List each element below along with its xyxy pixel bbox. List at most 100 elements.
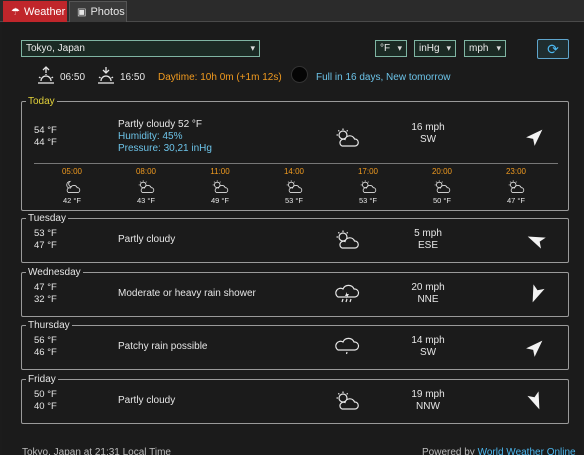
- refresh-icon: ⟳: [547, 40, 559, 57]
- partly-cloudy-icon: [336, 230, 359, 249]
- provider-link[interactable]: World Weather Online: [478, 447, 576, 455]
- hourly-item: 20:00 50 °F: [420, 167, 464, 205]
- chevron-down-icon: ▾: [397, 43, 402, 53]
- moon-phase: Full in 16 days, New tomorrow: [316, 72, 451, 83]
- day-wind: 5 mph ESE: [398, 228, 458, 252]
- tab-photos[interactable]: ▣ Photos: [69, 1, 127, 22]
- rain-cloud-icon: [335, 284, 360, 303]
- sunrise-icon: [38, 66, 54, 84]
- speed-unit-select[interactable]: mph ▾: [464, 40, 506, 57]
- day-wind: 14 mph SW: [398, 335, 458, 359]
- day-wind-dir: NNE: [417, 294, 439, 305]
- day-wind-speed: 19 mph: [411, 389, 445, 400]
- hour-temp: 49 °F: [210, 196, 229, 205]
- hourly-item: 17:00 53 °F: [346, 167, 390, 205]
- today-low: 44 °F: [34, 137, 57, 148]
- drizzle-cloud-icon: [335, 337, 360, 355]
- day-card-friday: Friday 50 °F 40 °F Partly cloudy 19 mph NNW: [21, 374, 569, 424]
- day-condition: Patchy rain possible: [118, 341, 208, 352]
- partly-cloudy-icon: [212, 180, 229, 193]
- day-card-thursday: Thursday 56 °F 46 °F Patchy rain possible 14…: [21, 320, 569, 370]
- temp-unit-value: °F: [380, 43, 391, 54]
- tab-bar: ☂ Weather ▣ Photos: [0, 0, 584, 22]
- sunrise: 06:50: [36, 64, 85, 90]
- today-condition: Partly cloudy 52 °F: [118, 119, 203, 130]
- hour-time: 11:00: [210, 167, 230, 176]
- day-high: 47 °F: [34, 282, 57, 293]
- today-condition-block: Partly cloudy 52 °F Humidity: 45% Pressu…: [118, 119, 212, 155]
- tab-weather[interactable]: ☂ Weather: [3, 1, 67, 22]
- wind-direction-arrow-icon: [527, 236, 546, 249]
- hourly-item: 23:00 47 °F: [494, 167, 538, 205]
- wind-direction-arrow-icon: [526, 340, 543, 357]
- pressure-unit-select[interactable]: inHg ▾: [414, 40, 456, 57]
- hour-temp: 53 °F: [358, 196, 377, 205]
- day-low: 46 °F: [34, 347, 57, 358]
- chevron-down-icon: ▾: [250, 43, 255, 53]
- hourly-item: 14:00 53 °F: [272, 167, 316, 205]
- day-temps: 47 °F 32 °F: [34, 282, 57, 306]
- chevron-down-icon: ▾: [496, 43, 501, 53]
- wind-direction-arrow-icon: [527, 391, 540, 410]
- hour-temp: 42 °F: [62, 196, 81, 205]
- sunset-icon: [98, 67, 114, 84]
- temp-unit-select[interactable]: °F ▾: [375, 40, 407, 57]
- tab-weather-label: Weather: [23, 6, 66, 18]
- day-low: 47 °F: [34, 240, 57, 251]
- day-wind-speed: 14 mph: [411, 335, 445, 346]
- daytime-length: Daytime: 10h 0m (+1m 12s): [158, 72, 282, 83]
- today-pressure: Pressure: 30,21 inHg: [118, 143, 212, 154]
- location-select[interactable]: Tokyo, Japan ▾: [21, 40, 260, 57]
- camera-icon: ▣: [77, 6, 87, 18]
- day-wind-speed: 5 mph: [414, 228, 442, 239]
- hourly-item: 05:00 42 °F: [50, 167, 94, 205]
- hour-time: 14:00: [283, 167, 305, 176]
- day-label: Tuesday: [28, 213, 66, 224]
- partly-cloudy-icon: [360, 180, 377, 193]
- hour-temp: 50 °F: [432, 196, 451, 205]
- hourly-item: 08:00 43 °F: [124, 167, 168, 205]
- day-wind-speed: 20 mph: [411, 282, 445, 293]
- moon-icon: [291, 66, 308, 83]
- sunset: 16:50: [96, 64, 145, 90]
- day-wind-dir: ESE: [417, 240, 438, 251]
- day-high: 50 °F: [34, 389, 57, 400]
- day-wind: 19 mph NNW: [398, 389, 458, 413]
- hour-temp: 43 °F: [136, 196, 155, 205]
- hour-temp: 53 °F: [284, 196, 303, 205]
- speed-unit-value: mph: [469, 43, 489, 54]
- partly-cloudy-icon: [138, 180, 155, 193]
- day-card-tuesday: Tuesday 53 °F 47 °F Partly cloudy 5 mph ESE: [21, 213, 569, 263]
- day-condition: Partly cloudy: [118, 395, 176, 406]
- day-label: Thursday: [28, 320, 70, 331]
- partly-cloudy-icon: [336, 391, 359, 410]
- sunrise-time: 06:50: [60, 71, 86, 83]
- hour-time: 08:00: [135, 167, 157, 176]
- day-condition: Partly cloudy: [118, 234, 176, 245]
- day-label: Friday: [28, 374, 56, 385]
- pressure-unit-value: inHg: [419, 43, 440, 54]
- partly-cloudy-icon: [508, 180, 525, 193]
- today-high: 54 °F: [34, 125, 57, 136]
- local-time-footer: Tokyo, Japan at 21:31 Local Time: [22, 447, 171, 455]
- today-wind-dir: SW: [419, 134, 437, 145]
- day-temps: 56 °F 46 °F: [34, 335, 57, 359]
- hourly-item: 11:00 49 °F: [198, 167, 242, 205]
- day-low: 32 °F: [34, 294, 57, 305]
- day-label: Wednesday: [28, 267, 81, 278]
- today-wind: 16 mph SW: [398, 122, 458, 146]
- refresh-button[interactable]: ⟳: [537, 39, 569, 59]
- today-label: Today: [28, 96, 55, 107]
- day-low: 40 °F: [34, 401, 57, 412]
- powered-by-label: Powered by: [422, 447, 475, 455]
- chevron-down-icon: ▾: [446, 43, 451, 53]
- hour-time: 23:00: [505, 167, 527, 176]
- powered-by: Powered by World Weather Online: [422, 447, 576, 455]
- wind-direction-arrow-icon: [526, 129, 543, 146]
- umbrella-icon: ☂: [11, 6, 20, 18]
- partly-cloudy-icon: [434, 180, 451, 193]
- location-value: Tokyo, Japan: [26, 43, 85, 54]
- day-condition: Moderate or heavy rain shower: [118, 288, 256, 299]
- wind-direction-arrow-icon: [532, 284, 545, 303]
- today-wind-speed: 16 mph: [411, 122, 445, 133]
